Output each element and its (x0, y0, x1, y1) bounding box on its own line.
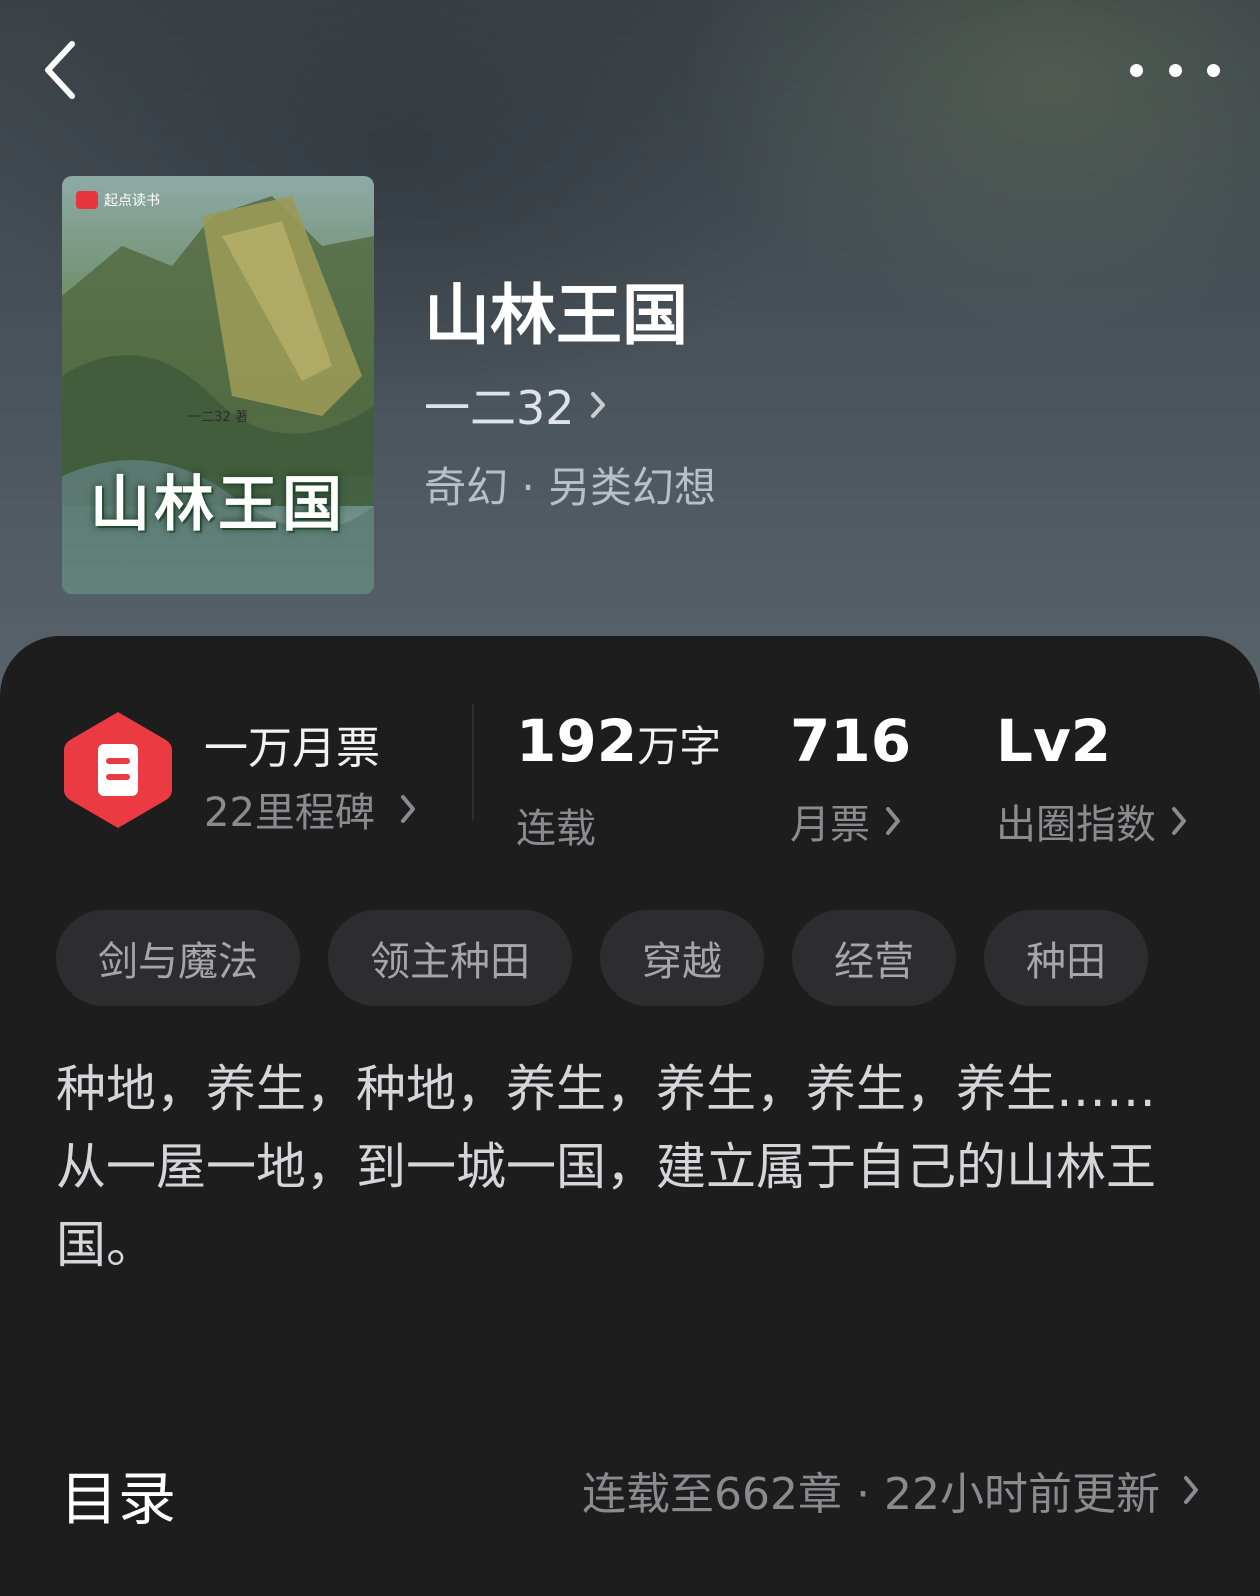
more-dots-icon (1130, 63, 1143, 77)
tag-chip[interactable]: 经营 (792, 910, 956, 1006)
author-name: 一二32 (424, 381, 575, 435)
milestone-label: 22里程碑 (204, 790, 375, 836)
badge-title: 一万月票 (204, 723, 380, 774)
monthly-ticket-label: 月票 (790, 802, 870, 848)
description-line: 种地，养生，种地，养生，养生，养生，养生…… (56, 1060, 1156, 1118)
stats-divider (472, 704, 474, 820)
tag-chip[interactable]: 穿越 (600, 910, 764, 1006)
toc-title: 目录 (60, 1465, 177, 1533)
tag-chip[interactable]: 领主种田 (328, 910, 572, 1006)
word-count-value: 192 (516, 707, 638, 775)
book-description[interactable]: 种地，养生，种地，养生，养生，养生，养生…… 从一屋一地，到一城一国，建立属于自… (56, 1050, 1196, 1284)
chevron-left-icon (45, 41, 75, 99)
word-count-label: 连载 (516, 806, 596, 852)
cover-brand: 起点读书 (104, 193, 160, 209)
chevron-right-icon (400, 795, 415, 823)
chevron-right-icon (886, 807, 900, 835)
description-line: 从一屋一地，到一城一国，建立属于自己的山林王国。 (56, 1138, 1156, 1274)
chevron-right-icon (1172, 807, 1186, 835)
word-count-stat: 192万字 连载 (516, 712, 721, 854)
influence-index-label: 出圈指数 (996, 802, 1156, 848)
monthly-ticket-value: 716 (790, 707, 912, 775)
author-link[interactable]: 一二32 (424, 372, 607, 438)
genre-label: 奇幻 · 另类幻想 (424, 463, 717, 512)
cover-title: 山林王国 (90, 470, 346, 540)
word-count-unit: 万字 (637, 722, 722, 771)
toc-link[interactable]: 连载至662章 · 22小时前更新 (582, 1458, 1200, 1522)
cover-author: 一二32 著 (188, 410, 248, 425)
more-options-button[interactable] (1130, 50, 1220, 90)
influence-index-stat[interactable]: Lv2 出圈指数 (996, 712, 1188, 850)
book-cover[interactable]: 起点读书 山林王国 一二32 著 (62, 176, 374, 594)
back-button[interactable] (30, 36, 90, 104)
influence-index-value: Lv2 (996, 707, 1112, 775)
book-title: 山林王国 (424, 276, 688, 354)
cover-brand-badge: 起点读书 (76, 190, 160, 210)
milestone-link[interactable]: 22里程碑 (204, 780, 417, 838)
tag-chip[interactable]: 剑与魔法 (56, 910, 300, 1006)
tag-list: 剑与魔法 领主种田 穿越 经营 种田 (56, 910, 1148, 1006)
qidian-logo-icon (76, 191, 98, 209)
monthly-ticket-badge-icon[interactable] (62, 708, 174, 832)
tag-chip[interactable]: 种田 (984, 910, 1148, 1006)
chevron-right-icon (590, 392, 605, 418)
monthly-ticket-stat[interactable]: 716 月票 (790, 712, 911, 850)
toc-update-info: 连载至662章 · 22小时前更新 (582, 1469, 1160, 1520)
chevron-right-icon (1184, 1476, 1198, 1504)
